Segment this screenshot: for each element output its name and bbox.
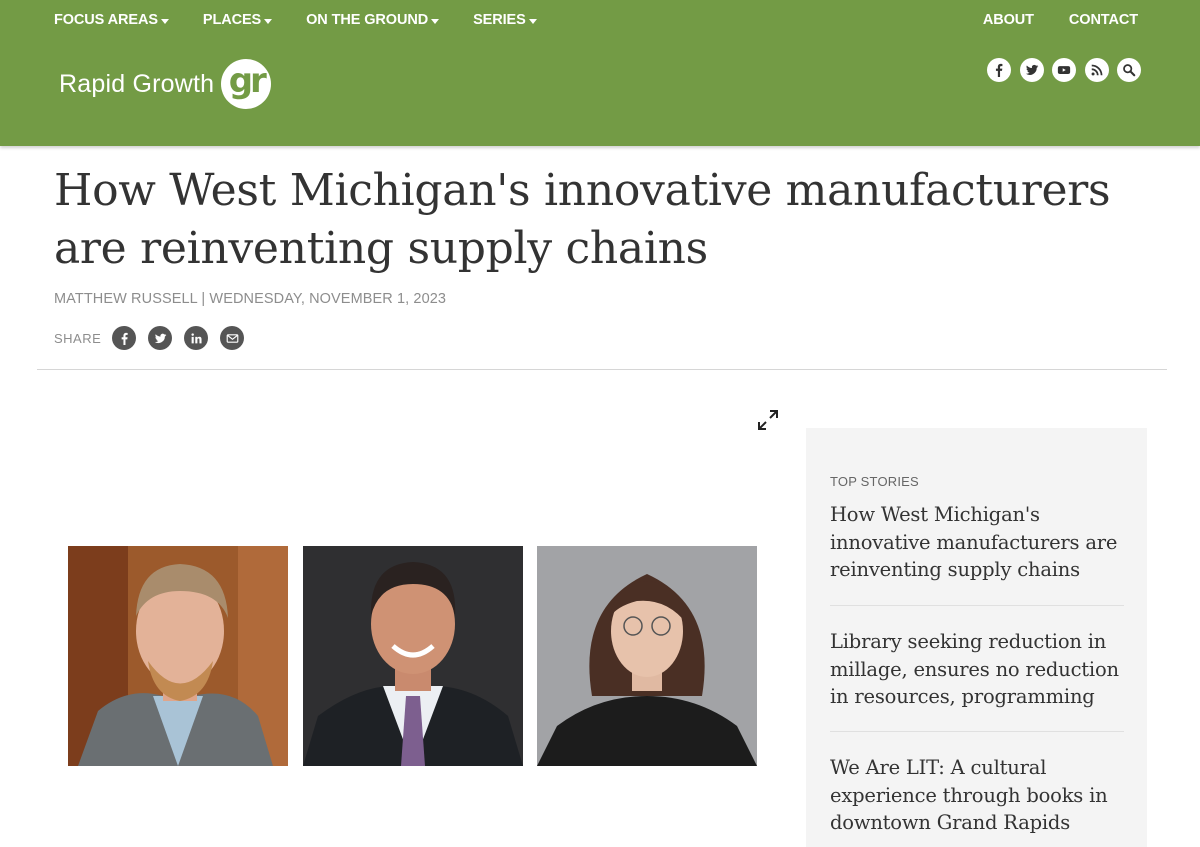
- portrait-photo: [68, 546, 288, 766]
- top-story-link[interactable]: We Are LIT: A cultural experience throug…: [830, 754, 1126, 837]
- share-bar: SHARE: [54, 326, 256, 350]
- nav-contact[interactable]: CONTACT: [1069, 12, 1138, 28]
- youtube-icon[interactable]: [1052, 58, 1077, 82]
- portrait-photo: [537, 546, 757, 766]
- article-title: How West Michigan's innovative manufactu…: [54, 165, 1111, 274]
- portrait-photo: [303, 546, 523, 766]
- share-label: SHARE: [54, 330, 102, 346]
- logo-text: Rapid Growth: [59, 69, 215, 98]
- top-story-link[interactable]: Library seeking reduction in millage, en…: [830, 628, 1126, 711]
- email-icon[interactable]: [220, 326, 245, 350]
- top-stories-sidebar: TOP STORIES How West Michigan's innovati…: [806, 428, 1147, 847]
- facebook-icon[interactable]: [112, 326, 137, 350]
- top-story-link[interactable]: How West Michigan's innovative manufactu…: [830, 501, 1126, 584]
- logo-mark: gr: [221, 59, 272, 109]
- expand-icon[interactable]: [757, 409, 779, 431]
- sidebar-heading: TOP STORIES: [830, 474, 919, 489]
- twitter-icon[interactable]: [1019, 58, 1044, 82]
- twitter-icon[interactable]: [148, 326, 173, 350]
- nav-series[interactable]: SERIES: [473, 12, 537, 28]
- nav-places[interactable]: PLACES: [203, 12, 273, 28]
- caret-down-icon: [528, 18, 537, 24]
- secondary-nav: ABOUT CONTACT: [948, 12, 1138, 28]
- caret-down-icon: [264, 18, 273, 24]
- linkedin-icon[interactable]: [184, 326, 209, 350]
- nav-about[interactable]: ABOUT: [983, 12, 1034, 28]
- site-logo[interactable]: Rapid Growth gr: [59, 59, 272, 109]
- caret-down-icon: [431, 18, 440, 24]
- header-divider: [37, 369, 1167, 370]
- caret-down-icon: [160, 18, 169, 24]
- story-divider: [830, 605, 1124, 606]
- facebook-icon[interactable]: [987, 58, 1011, 82]
- social-links: [987, 58, 1150, 82]
- article-byline: MATTHEW RUSSELL | WEDNESDAY, NOVEMBER 1,…: [54, 291, 447, 307]
- nav-focus-areas[interactable]: FOCUS AREAS: [54, 12, 169, 28]
- search-icon[interactable]: [1117, 58, 1142, 82]
- rss-icon[interactable]: [1084, 58, 1109, 82]
- main-nav: FOCUS AREAS PLACES ON THE GROUND SERIES: [54, 12, 571, 28]
- site-header: FOCUS AREAS PLACES ON THE GROUND SERIES …: [0, 0, 1200, 146]
- story-divider: [830, 731, 1124, 732]
- nav-on-the-ground[interactable]: ON THE GROUND: [306, 12, 440, 28]
